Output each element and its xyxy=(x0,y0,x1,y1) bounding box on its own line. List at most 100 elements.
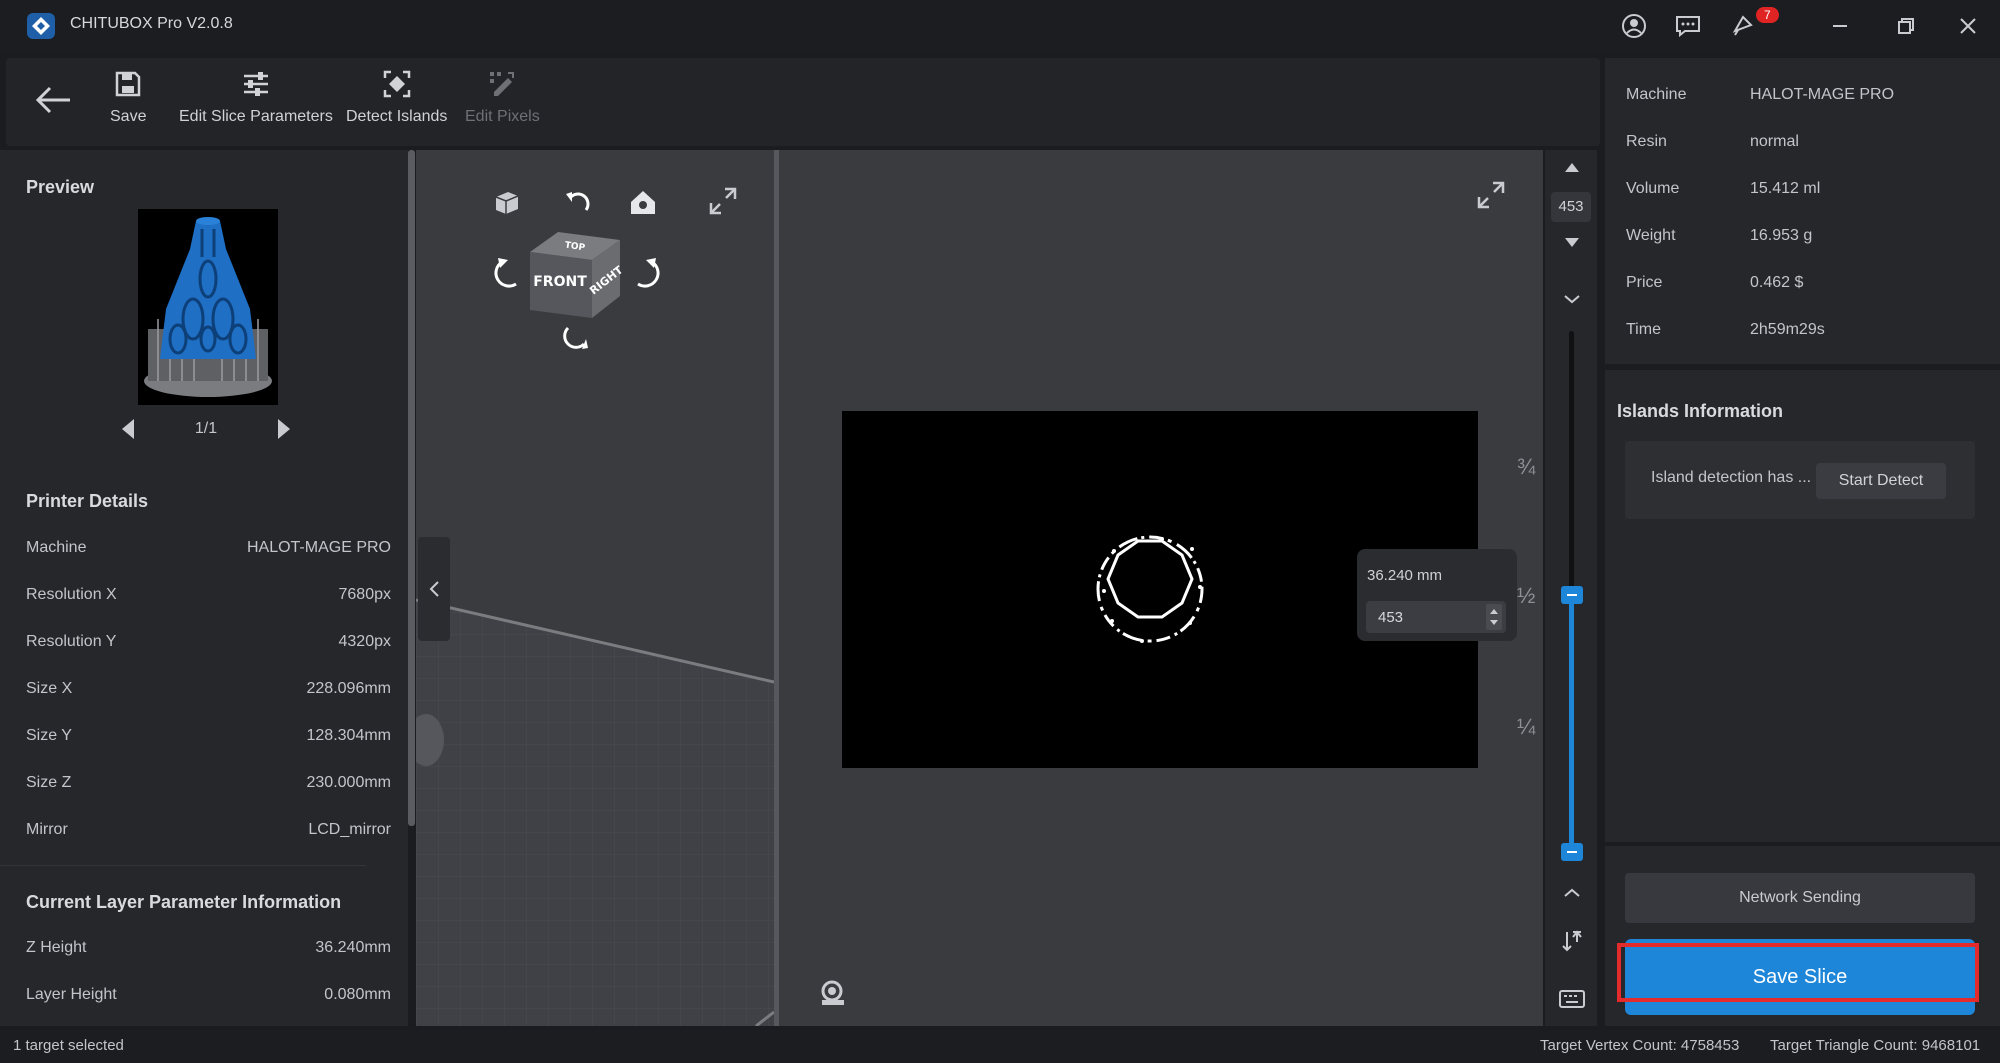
row-label: Size Z xyxy=(26,774,72,791)
minimize-icon[interactable] xyxy=(1820,10,1860,42)
rotate-right-icon[interactable] xyxy=(630,254,660,288)
printer-row-size-x: Size X 228.096mm xyxy=(0,680,391,702)
prev-arrow-icon[interactable] xyxy=(120,418,136,440)
info-value-price: 0.462 $ xyxy=(1750,274,1804,291)
keyboard-icon[interactable] xyxy=(1558,988,1586,1010)
edit-pixels-icon xyxy=(488,70,516,98)
layer-row-layer-height: Layer Height 0.080mm xyxy=(0,986,391,1008)
detect-islands-label: Detect Islands xyxy=(346,108,448,125)
magnify-icon[interactable] xyxy=(818,978,848,1008)
preview-title: Preview xyxy=(26,177,95,197)
back-arrow-icon[interactable] xyxy=(34,85,72,115)
cube-icon[interactable] xyxy=(492,188,522,218)
status-selection: 1 target selected xyxy=(13,1037,124,1054)
row-value: 228.096mm xyxy=(306,680,392,697)
row-value: 0.080mm xyxy=(324,986,391,1003)
printer-row-mirror: Mirror LCD_mirror xyxy=(0,821,391,843)
layer-height-mm: 36.240 mm xyxy=(1367,567,1443,584)
info-value-weight: 16.953 g xyxy=(1750,227,1813,244)
row-value: 7680px xyxy=(338,586,392,603)
sort-icon[interactable] xyxy=(1561,928,1583,954)
collapse-panel-button[interactable] xyxy=(418,537,450,641)
info-label-time: Time xyxy=(1626,321,1661,338)
fraction-half: ½ xyxy=(1517,583,1536,608)
status-vertex-count: Target Vertex Count: 4758453 xyxy=(1540,1037,1740,1054)
info-value-resin: normal xyxy=(1750,133,1799,150)
row-value: HALOT-MAGE PRO xyxy=(246,539,391,556)
row-label: Z Height xyxy=(26,939,87,956)
printer-row-resolution-x: Resolution X 7680px xyxy=(0,586,391,608)
detect-islands-button[interactable]: Detect Islands xyxy=(346,70,447,126)
islands-message: Island detection has ... xyxy=(1651,469,1812,486)
fraction-three-quarters: ¾ xyxy=(1517,454,1536,479)
info-value-volume: 15.412 ml xyxy=(1750,180,1821,197)
sliders-icon xyxy=(241,70,271,98)
row-label: Size X xyxy=(26,680,73,697)
preview-thumbnail xyxy=(138,209,278,405)
rotate-up-icon[interactable] xyxy=(562,188,592,218)
row-value: 230.000mm xyxy=(306,774,392,791)
row-label: Resolution X xyxy=(26,586,117,603)
printer-details-title: Printer Details xyxy=(26,491,149,511)
job-info-list xyxy=(0,86,1,87)
slider-upper-handle[interactable] xyxy=(1561,586,1583,604)
row-value: 128.304mm xyxy=(306,727,392,744)
save-icon xyxy=(114,70,142,98)
slider-up-icon[interactable] xyxy=(1563,160,1581,174)
detect-islands-icon xyxy=(383,70,411,98)
slice-expand-icon[interactable] xyxy=(1476,180,1506,210)
fraction-quarter: ¼ xyxy=(1517,714,1536,739)
start-detect-button[interactable]: Start Detect xyxy=(1816,463,1946,499)
printer-row-resolution-y: Resolution Y 4320px xyxy=(0,633,391,655)
layer-stepper[interactable] xyxy=(1486,604,1502,630)
row-label: Mirror xyxy=(26,821,68,838)
slider-down-icon[interactable] xyxy=(1563,236,1581,250)
home-icon[interactable] xyxy=(628,188,658,216)
info-label-machine: Machine xyxy=(1626,86,1687,103)
edit-pixels-button[interactable]: Edit Pixels xyxy=(465,70,540,126)
save-label: Save xyxy=(110,108,147,125)
close-icon[interactable] xyxy=(1948,10,1988,42)
info-value-time: 2h59m29s xyxy=(1750,321,1825,338)
printer-row-size-y: Size Y 128.304mm xyxy=(0,727,391,749)
layer-row-z-height: Z Height 36.240mm xyxy=(0,939,391,961)
left-panel-scrollbar[interactable] xyxy=(408,150,415,826)
rotate-down-icon[interactable] xyxy=(562,322,592,352)
slider-lower-handle[interactable] xyxy=(1561,843,1583,861)
app-logo-icon xyxy=(26,12,56,40)
next-arrow-icon[interactable] xyxy=(276,418,292,440)
highlight-box xyxy=(1617,943,1979,1002)
preview-page-indicator: 1/1 xyxy=(194,420,218,437)
collapse-icon xyxy=(428,580,440,598)
section-divider xyxy=(0,865,366,866)
expand-icon[interactable] xyxy=(708,186,738,216)
printer-row-machine: Machine HALOT-MAGE PRO xyxy=(0,539,391,561)
rotate-left-icon[interactable] xyxy=(494,254,524,288)
row-label: Resolution Y xyxy=(26,633,117,650)
islands-title: Islands Information xyxy=(1617,401,1784,421)
info-value-machine: HALOT-MAGE PRO xyxy=(1750,86,1895,103)
info-label-volume: Volume xyxy=(1626,180,1680,197)
printer-row-size-z: Size Z 230.000mm xyxy=(0,774,391,796)
chevron-down-icon[interactable] xyxy=(1563,292,1581,306)
view-cube[interactable]: FRONT RIGHT TOP xyxy=(528,224,622,318)
save-button[interactable]: Save xyxy=(110,70,146,126)
row-label: Layer Height xyxy=(26,986,117,1003)
edit-slice-parameters-button[interactable]: Edit Slice Parameters xyxy=(179,70,333,126)
row-label: Size Y xyxy=(26,727,72,744)
info-label-price: Price xyxy=(1626,274,1663,291)
layer-number-value: 453 xyxy=(1378,609,1404,626)
slider-top-value: 453 xyxy=(1551,192,1591,222)
layer-params-title: Current Layer Parameter Information xyxy=(26,892,342,912)
network-sending-button[interactable]: Network Sending xyxy=(1625,873,1975,923)
chevron-up-icon[interactable] xyxy=(1563,886,1581,900)
status-triangle-count: Target Triangle Count: 9468101 xyxy=(1770,1037,1981,1054)
restore-icon[interactable] xyxy=(1886,10,1926,42)
row-value: 36.240mm xyxy=(315,939,391,956)
row-value: 4320px xyxy=(338,633,392,650)
user-icon[interactable] xyxy=(1614,10,1654,42)
notification-badge: 7 xyxy=(1756,7,1779,23)
app-title: CHITUBOX Pro V2.0.8 xyxy=(70,15,233,32)
row-value: LCD_mirror xyxy=(308,821,391,838)
chat-icon[interactable] xyxy=(1668,10,1708,42)
